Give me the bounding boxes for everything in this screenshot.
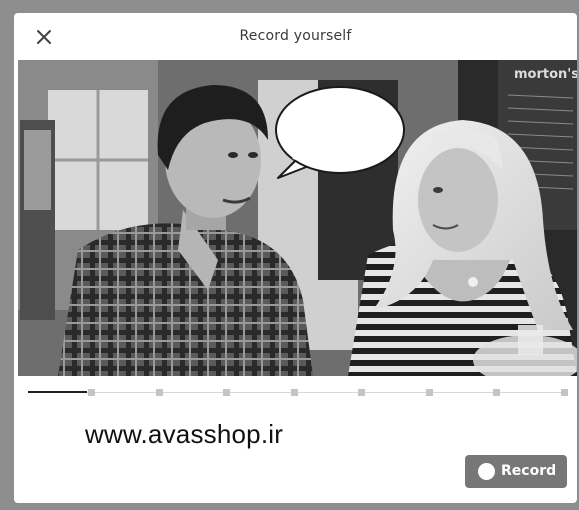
record-dot-icon xyxy=(478,463,495,480)
timeline-marker[interactable] xyxy=(493,389,500,396)
sign-text: morton's xyxy=(514,67,577,82)
timeline-marker[interactable] xyxy=(358,389,365,396)
timeline-marker[interactable] xyxy=(223,389,230,396)
record-button-label: Record xyxy=(501,463,557,479)
video-timeline[interactable] xyxy=(28,387,568,399)
timeline-marker[interactable] xyxy=(155,389,163,396)
timeline-marker[interactable] xyxy=(88,389,95,396)
timeline-marker[interactable] xyxy=(290,389,298,396)
timeline-marker[interactable] xyxy=(425,389,433,396)
video-scene: morton's xyxy=(18,60,577,376)
record-dialog: Record yourself morton's www.avasshop.ir… xyxy=(14,13,577,503)
timeline-progress xyxy=(28,391,88,393)
timeline-track xyxy=(28,392,568,393)
record-button[interactable]: Record xyxy=(465,455,567,488)
dialog-header: Record yourself xyxy=(14,13,577,61)
timeline-marker[interactable] xyxy=(560,389,568,396)
watermark-text: www.avasshop.ir xyxy=(85,419,284,449)
dialog-title: Record yourself xyxy=(239,28,352,44)
video-frame[interactable]: morton's xyxy=(18,60,577,376)
